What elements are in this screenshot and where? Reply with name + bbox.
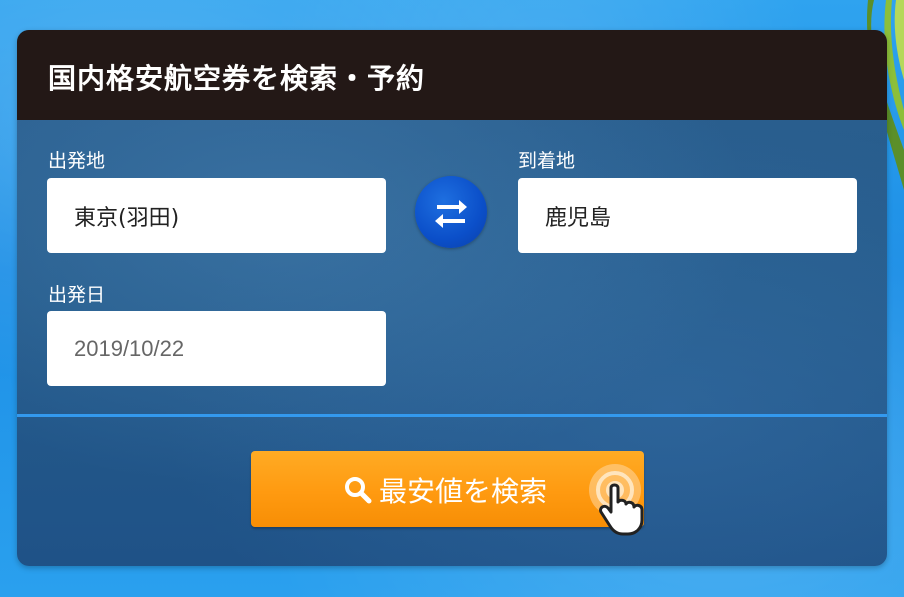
departure-value: 東京(羽田) — [74, 205, 180, 231]
arrival-label: 到着地 — [518, 150, 576, 172]
swap-button[interactable] — [415, 176, 487, 248]
arrival-value: 鹿児島 — [545, 205, 612, 231]
flight-search-panel: 国内格安航空券を検索・予約 出発地 東京(羽田) 到着地 鹿児島 出発日 201… — [17, 30, 887, 566]
date-field[interactable]: 2019/10/22 — [47, 311, 386, 386]
search-button-label: 最安値を検索 — [379, 475, 548, 508]
departure-label: 出発地 — [48, 150, 106, 172]
search-icon — [345, 477, 372, 504]
date-label: 出発日 — [48, 284, 106, 306]
search-button[interactable]: 最安値を検索 — [251, 451, 644, 527]
swap-arrows-icon — [435, 200, 467, 228]
panel-header: 国内格安航空券を検索・予約 — [17, 30, 887, 120]
departure-field[interactable]: 東京(羽田) — [47, 178, 386, 253]
date-value: 2019/10/22 — [74, 335, 185, 361]
tap-hand-icon — [589, 464, 644, 536]
divider — [17, 414, 887, 417]
arrival-field[interactable]: 鹿児島 — [518, 178, 857, 253]
panel-title: 国内格安航空券を検索・予約 — [48, 62, 426, 95]
